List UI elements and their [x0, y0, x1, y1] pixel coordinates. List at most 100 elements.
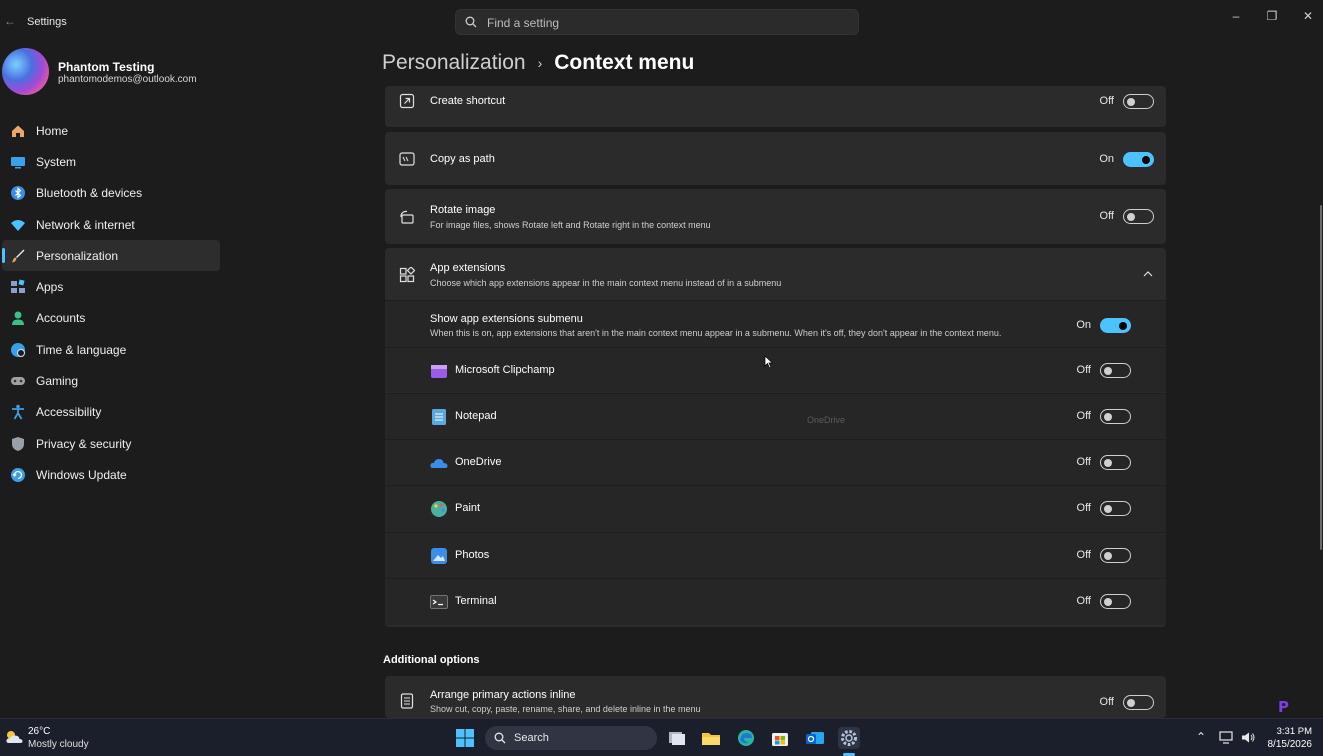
- app-name: Notepad: [455, 410, 497, 422]
- search-input[interactable]: [487, 14, 847, 32]
- sidebar-item-windows-update[interactable]: Windows Update: [2, 459, 220, 490]
- app-name: Paint: [455, 502, 481, 514]
- search-icon: [465, 16, 477, 28]
- row-title: Copy as path: [430, 153, 495, 165]
- scrollbar[interactable]: [1320, 205, 1322, 550]
- sidebar-item-personalization[interactable]: Personalization: [2, 240, 220, 272]
- sidebar-item-home[interactable]: Home: [2, 115, 220, 146]
- list-item: Notepad Off: [385, 393, 1166, 439]
- edge-browser-icon[interactable]: [735, 727, 757, 749]
- minimize-button[interactable]: –: [1222, 8, 1250, 24]
- gamepad-icon: [10, 373, 26, 389]
- notepad-toggle[interactable]: [1100, 409, 1131, 424]
- close-button[interactable]: ✕: [1294, 8, 1322, 24]
- restore-button[interactable]: ❐: [1258, 8, 1286, 24]
- sidebar-item-gaming[interactable]: Gaming: [2, 365, 220, 396]
- toggle-state-label: Off: [1099, 696, 1114, 708]
- list-item: Microsoft Clipchamp Off: [385, 347, 1166, 392]
- weather-description[interactable]: Mostly cloudy: [28, 739, 89, 750]
- shortcut-icon: [399, 93, 415, 109]
- drag-ghost-label: OneDrive: [807, 415, 846, 425]
- wifi-icon: [10, 217, 26, 233]
- person-icon: [10, 310, 26, 326]
- create-shortcut-toggle[interactable]: [1123, 94, 1154, 109]
- page-title: Context menu: [554, 51, 695, 74]
- paint-toggle[interactable]: [1100, 501, 1131, 516]
- app-extensions-header[interactable]: App extensions Choose which app extensio…: [385, 248, 1166, 300]
- row-title: Rotate image: [430, 204, 496, 216]
- taskbar: 26°C Mostly cloudy Search ⌃ 3:31 PM 8/15…: [0, 718, 1323, 756]
- toggle-state-label: Off: [1076, 410, 1091, 422]
- clock-time[interactable]: 3:31 PM: [1270, 726, 1312, 737]
- cloudy-weather-icon[interactable]: [4, 729, 24, 745]
- toggle-state-label: Off: [1099, 210, 1114, 222]
- apps-icon: [10, 279, 26, 295]
- arrange-inline-toggle[interactable]: [1123, 695, 1154, 710]
- sidebar-nav: Home System Bluetooth & devices Network …: [2, 115, 220, 491]
- microsoft-store-icon[interactable]: [769, 727, 791, 749]
- sidebar-item-label: Network & internet: [36, 217, 135, 232]
- toggle-state-label: Off: [1099, 95, 1114, 107]
- shield-icon: [10, 436, 26, 452]
- sidebar-item-accessibility[interactable]: Accessibility: [2, 397, 220, 428]
- sidebar-item-apps[interactable]: Apps: [2, 271, 220, 302]
- toggle-state-label: On: [1076, 319, 1091, 331]
- back-arrow-icon[interactable]: ←: [4, 14, 16, 28]
- avatar: [2, 48, 49, 95]
- clipchamp-toggle[interactable]: [1100, 363, 1131, 378]
- toggle-state-label: On: [1099, 153, 1114, 165]
- monitor-icon: [10, 154, 26, 170]
- sidebar-item-label: Windows Update: [36, 467, 127, 482]
- weather-temperature[interactable]: 26°C: [28, 726, 50, 737]
- terminal-toggle[interactable]: [1100, 594, 1131, 609]
- file-explorer-icon[interactable]: [700, 727, 722, 749]
- sidebar-item-time-language[interactable]: Time & language: [2, 334, 220, 365]
- row-title: Show app extensions submenu: [430, 313, 583, 325]
- toggle-state-label: Off: [1076, 549, 1091, 561]
- create-shortcut-row: Create shortcut Off: [385, 86, 1166, 127]
- find-setting-search[interactable]: [455, 9, 859, 35]
- rotate-icon: [400, 210, 414, 224]
- paint-icon: [431, 501, 447, 517]
- volume-icon[interactable]: [1241, 731, 1256, 744]
- breadcrumb: Personalization › Context menu: [382, 48, 694, 78]
- extensions-grid-icon: [399, 267, 415, 283]
- copy-path-icon: [399, 152, 415, 166]
- copy-as-path-toggle[interactable]: [1123, 152, 1154, 167]
- sidebar-item-privacy[interactable]: Privacy & security: [2, 428, 220, 459]
- app-name: Microsoft Clipchamp: [455, 364, 555, 376]
- onedrive-toggle[interactable]: [1100, 455, 1131, 470]
- sidebar-item-system[interactable]: System: [2, 146, 220, 177]
- sidebar-item-accounts[interactable]: Accounts: [2, 303, 220, 334]
- list-item: OneDrive Off: [385, 439, 1166, 485]
- list-item: Terminal Off: [385, 578, 1166, 625]
- mouse-cursor-icon: [764, 355, 774, 369]
- notepad-icon: [432, 409, 446, 425]
- profile-email: phantomodemos@outlook.com: [58, 74, 197, 85]
- outlook-mail-icon[interactable]: [804, 727, 826, 749]
- sidebar-item-bluetooth[interactable]: Bluetooth & devices: [2, 178, 220, 209]
- photos-icon: [431, 548, 447, 564]
- photos-toggle[interactable]: [1100, 548, 1131, 563]
- show-submenu-toggle[interactable]: [1100, 318, 1131, 333]
- chevron-up-icon[interactable]: ⌃: [1196, 730, 1206, 744]
- sidebar-item-label: Time & language: [36, 342, 127, 357]
- clock-date[interactable]: 8/15/2026: [1262, 739, 1313, 750]
- row-description: When this is on, app extensions that are…: [430, 328, 1002, 338]
- chevron-up-icon[interactable]: [1143, 270, 1153, 278]
- breadcrumb-parent[interactable]: Personalization: [382, 51, 526, 75]
- sidebar-item-network[interactable]: Network & internet: [2, 209, 220, 240]
- network-icon[interactable]: [1219, 731, 1234, 744]
- sidebar-item-label: Personalization: [36, 248, 119, 263]
- home-icon: [10, 123, 26, 139]
- list-item: Photos Off: [385, 532, 1166, 578]
- settings-app-icon[interactable]: [838, 727, 860, 749]
- profile-name: Phantom Testing: [58, 60, 155, 74]
- windows-start-icon[interactable]: [456, 729, 474, 747]
- task-view-icon[interactable]: [666, 727, 688, 749]
- sidebar-item-label: Bluetooth & devices: [36, 186, 143, 201]
- show-submenu-row: Show app extensions submenu When this is…: [385, 300, 1166, 347]
- accessibility-icon: [10, 404, 26, 420]
- rotate-image-toggle[interactable]: [1123, 209, 1154, 224]
- taskbar-search[interactable]: Search: [485, 726, 657, 750]
